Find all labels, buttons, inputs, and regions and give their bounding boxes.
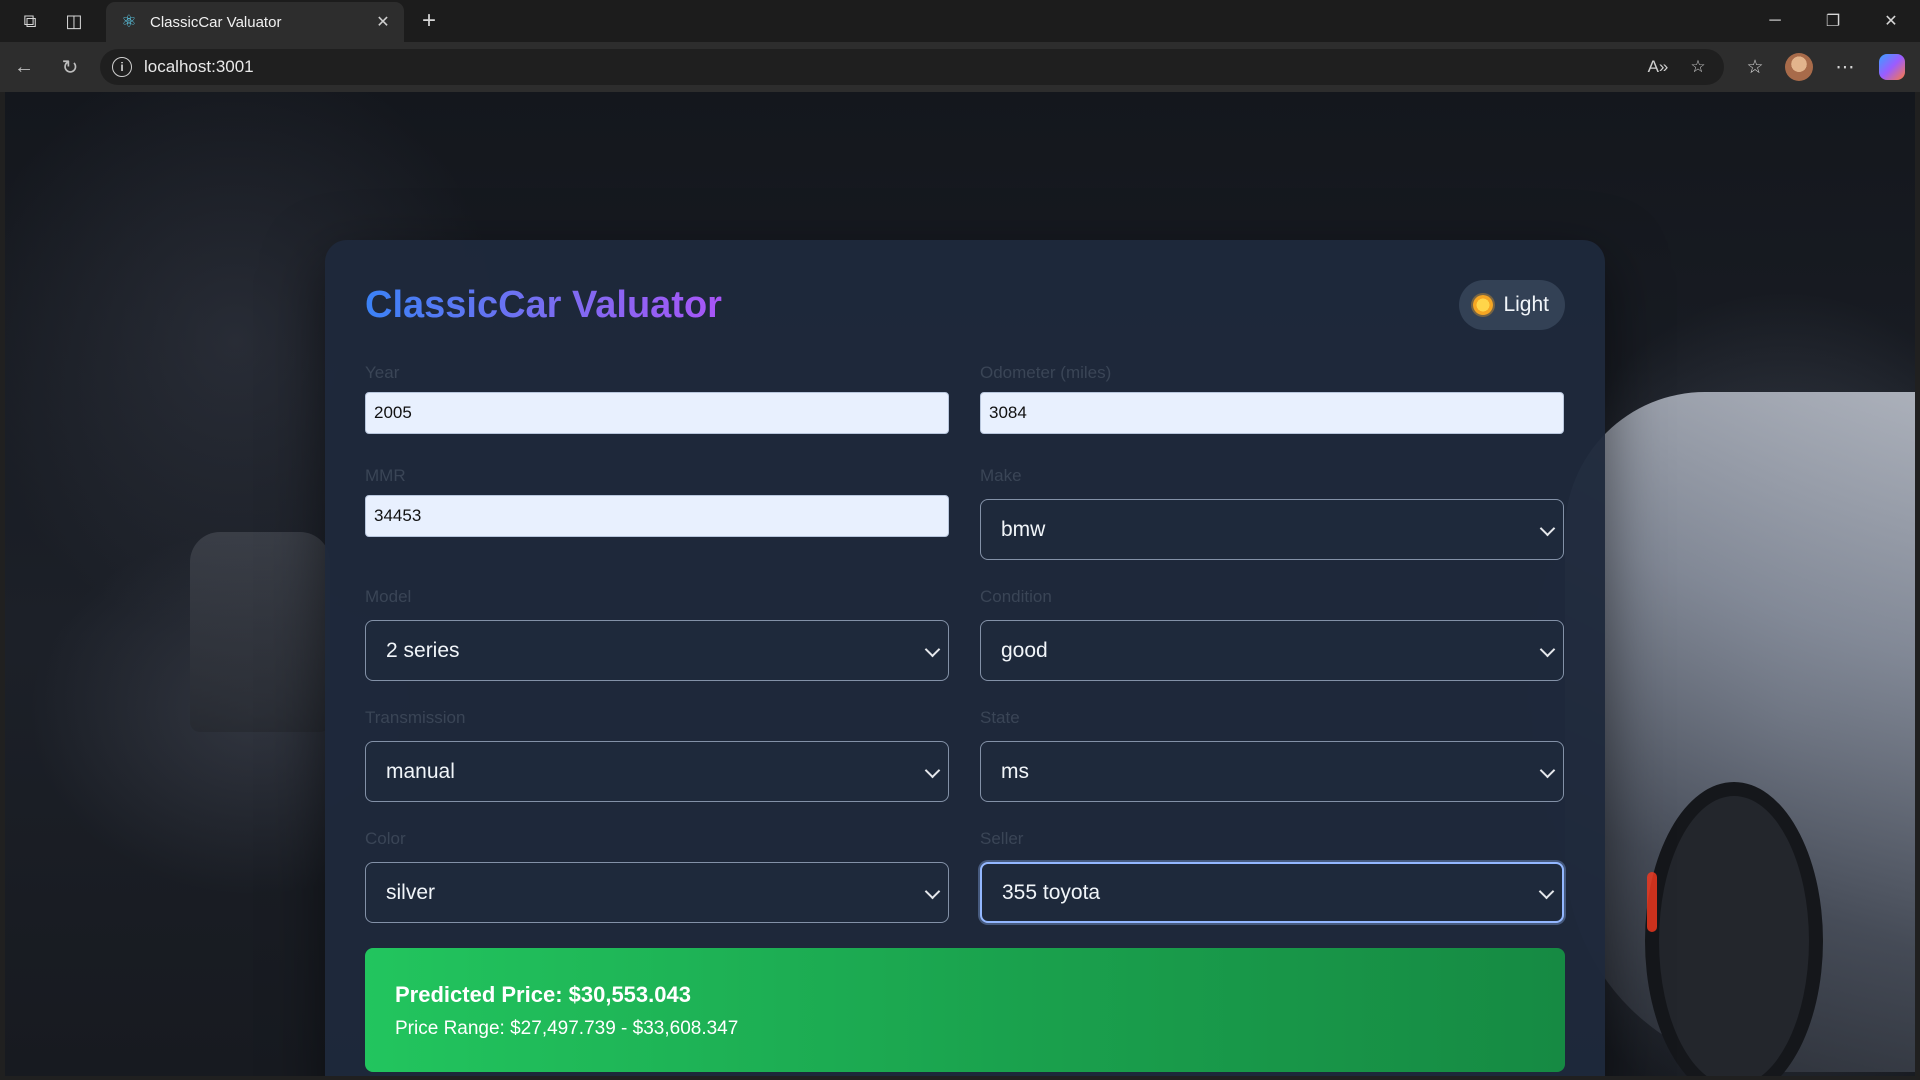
model-selected-value: 2 series xyxy=(386,638,460,662)
background-car-left xyxy=(190,532,330,732)
mmr-label: MMR xyxy=(365,466,406,485)
state-label: State xyxy=(980,708,1020,727)
transmission-label: Transmission xyxy=(365,708,466,727)
browser-tab[interactable]: ⚛ ClassicCar Valuator ✕ xyxy=(106,2,404,42)
chevron-down-icon xyxy=(924,641,941,657)
model-select[interactable]: 2 series xyxy=(365,620,949,681)
more-menu-icon[interactable]: ⋯ xyxy=(1829,51,1861,83)
restore-icon[interactable]: ❐ xyxy=(1804,0,1862,42)
make-label: Make xyxy=(980,466,1022,485)
model-label: Model xyxy=(365,587,412,606)
year-input[interactable] xyxy=(365,392,949,434)
url-text: localhost:3001 xyxy=(144,57,254,76)
read-aloud-icon[interactable]: A» xyxy=(1644,53,1672,81)
favorite-star-icon[interactable]: ☆ xyxy=(1684,53,1712,81)
model-field: Model 2 series xyxy=(365,586,949,681)
year-label: Year xyxy=(365,363,400,382)
mmr-field: MMR xyxy=(365,465,949,537)
vertical-tabs-icon[interactable]: ◫ xyxy=(52,0,96,42)
profile-avatar[interactable] xyxy=(1783,51,1815,83)
mmr-input[interactable] xyxy=(365,495,949,537)
transmission-select[interactable]: manual xyxy=(365,741,949,802)
year-field: Year xyxy=(365,362,949,434)
close-tab-icon[interactable]: ✕ xyxy=(370,12,396,32)
react-logo-icon: ⚛ xyxy=(121,12,137,31)
chevron-down-icon xyxy=(1539,641,1556,657)
seller-field: Seller 355 toyota xyxy=(980,828,1564,923)
chevron-down-icon xyxy=(924,883,941,899)
color-select[interactable]: silver xyxy=(365,862,949,923)
make-selected-value: bmw xyxy=(1001,517,1046,541)
seller-select[interactable]: 355 toyota xyxy=(980,862,1564,923)
back-icon[interactable]: ← xyxy=(8,51,40,83)
site-info-icon[interactable]: i xyxy=(112,57,132,77)
transmission-field: Transmission manual xyxy=(365,707,949,802)
sun-icon xyxy=(1473,295,1494,315)
page-viewport: ClassicCar Valuator Light Year Odometer … xyxy=(5,92,1915,1076)
condition-selected-value: good xyxy=(1001,638,1048,662)
chevron-down-icon xyxy=(1539,520,1556,536)
transmission-selected-value: manual xyxy=(386,759,455,783)
favorites-icon[interactable]: ☆ xyxy=(1739,51,1771,83)
color-selected-value: silver xyxy=(386,880,436,904)
close-window-icon[interactable]: ✕ xyxy=(1862,0,1920,42)
browser-toolbar: ← ↻ i localhost:3001 A» ☆ ☆ ⋯ xyxy=(0,42,1920,92)
odometer-label: Odometer (miles) xyxy=(980,363,1112,382)
prediction-result-panel: Predicted Price: $30,553.043 Price Range… xyxy=(365,948,1565,1072)
refresh-icon[interactable]: ↻ xyxy=(54,51,86,83)
address-bar[interactable]: i localhost:3001 A» ☆ xyxy=(100,49,1724,85)
color-label: Color xyxy=(365,829,406,848)
state-selected-value: ms xyxy=(1001,759,1029,783)
predicted-price: Predicted Price: $30,553.043 xyxy=(395,982,691,1007)
background-car-taillight xyxy=(1647,872,1657,932)
color-field: Color silver xyxy=(365,828,949,923)
theme-toggle-label: Light xyxy=(1503,293,1549,316)
chevron-down-icon xyxy=(1538,883,1555,899)
browser-tab-bar: ⧉ ◫ ⚛ ClassicCar Valuator ✕ + ─ ❐ ✕ xyxy=(0,0,1920,42)
tab-title: ClassicCar Valuator xyxy=(150,13,282,31)
odometer-input[interactable] xyxy=(980,392,1564,434)
price-range: Price Range: $27,497.739 - $33,608.347 xyxy=(395,1018,739,1039)
copilot-icon[interactable] xyxy=(1876,51,1908,83)
odometer-field: Odometer (miles) xyxy=(980,362,1564,434)
make-field: Make bmw xyxy=(980,465,1564,560)
valuator-card: ClassicCar Valuator Light Year Odometer … xyxy=(325,240,1605,1076)
condition-label: Condition xyxy=(980,587,1052,606)
seller-label: Seller xyxy=(980,829,1024,848)
state-select[interactable]: ms xyxy=(980,741,1564,802)
workspaces-icon[interactable]: ⧉ xyxy=(8,0,52,42)
seller-selected-value: 355 toyota xyxy=(1002,880,1101,904)
condition-select[interactable]: good xyxy=(980,620,1564,681)
make-select[interactable]: bmw xyxy=(980,499,1564,560)
minimize-icon[interactable]: ─ xyxy=(1746,0,1804,42)
state-field: State ms xyxy=(980,707,1564,802)
new-tab-icon[interactable]: + xyxy=(412,0,446,42)
app-title: ClassicCar Valuator xyxy=(365,284,722,326)
chevron-down-icon xyxy=(924,762,941,778)
chevron-down-icon xyxy=(1539,762,1556,778)
condition-field: Condition good xyxy=(980,586,1564,681)
theme-toggle-button[interactable]: Light xyxy=(1459,280,1565,330)
